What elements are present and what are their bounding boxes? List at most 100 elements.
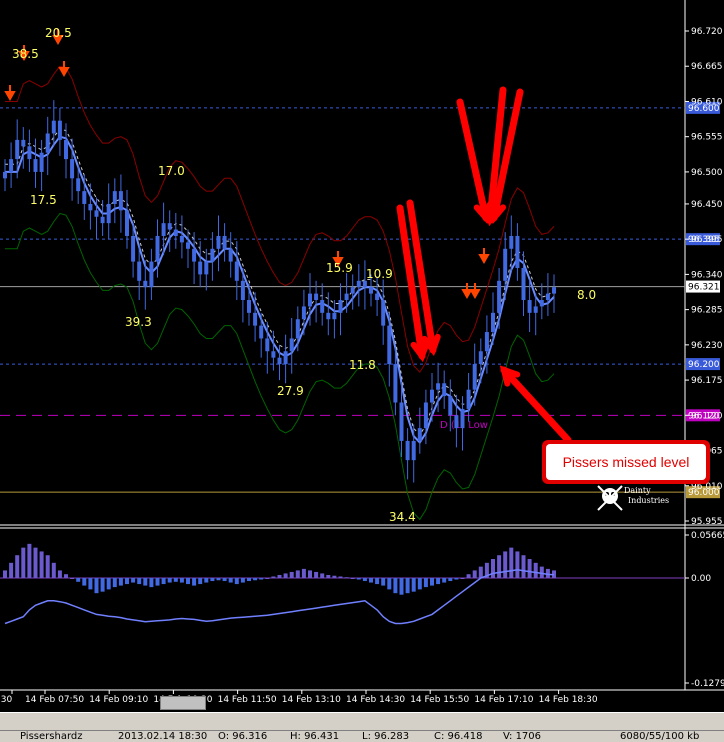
osc-bar bbox=[515, 551, 520, 578]
candle-body bbox=[198, 261, 203, 275]
osc-bar bbox=[399, 578, 404, 595]
osc-bar bbox=[125, 578, 129, 585]
candle-body bbox=[271, 351, 276, 358]
osc-bar bbox=[76, 578, 81, 582]
status-tab[interactable]: Pissershardz bbox=[20, 731, 82, 742]
osc-bar bbox=[265, 578, 270, 579]
osc-bar bbox=[478, 566, 483, 578]
osc-bar bbox=[210, 578, 215, 582]
scroll-thumb[interactable] bbox=[160, 696, 206, 710]
osc-bar bbox=[277, 574, 282, 578]
status-high: H: 96.431 bbox=[290, 731, 340, 742]
price-tick-label: 96.555 bbox=[691, 133, 723, 143]
candle-body bbox=[216, 235, 221, 249]
osc-bar bbox=[39, 551, 44, 578]
annotation-label: 11.8 bbox=[349, 358, 376, 372]
osc-bar bbox=[454, 578, 459, 580]
price-tick-label: 96.230 bbox=[691, 341, 723, 351]
osc-bar bbox=[472, 570, 477, 578]
osc-bar bbox=[393, 578, 398, 594]
candle-body bbox=[503, 248, 508, 281]
status-close: C: 96.418 bbox=[434, 731, 483, 742]
candle-body bbox=[39, 152, 44, 172]
annotation-label: 15.9 bbox=[326, 261, 353, 275]
osc-bar bbox=[314, 571, 319, 578]
price-tick-label: 96.285 bbox=[691, 306, 723, 316]
candle-body bbox=[491, 312, 495, 333]
annotation-label: 17.5 bbox=[30, 193, 57, 207]
osc-bar bbox=[253, 578, 258, 581]
osc-bar bbox=[539, 566, 544, 578]
callout-box: Pissers missed level bbox=[542, 440, 710, 484]
osc-bar bbox=[57, 570, 62, 578]
osc-bar bbox=[64, 574, 68, 578]
osc-bar bbox=[283, 573, 288, 578]
osc-bar bbox=[430, 578, 434, 586]
osc-bar bbox=[533, 562, 538, 578]
osc-bar bbox=[308, 570, 312, 578]
candle-body bbox=[527, 300, 532, 313]
candle-body bbox=[533, 306, 538, 313]
price-tick-label: 96.450 bbox=[691, 200, 723, 210]
time-tick-label: 14 Feb 15:50 bbox=[410, 695, 469, 705]
candle-body bbox=[466, 389, 471, 409]
osc-bar bbox=[51, 562, 56, 578]
candle-body bbox=[350, 287, 355, 294]
annotation-label: 27.9 bbox=[277, 384, 304, 398]
candle-body bbox=[430, 389, 434, 403]
osc-bar bbox=[448, 578, 453, 582]
candle-body bbox=[167, 223, 172, 230]
osc-bar bbox=[362, 578, 367, 582]
candle-body bbox=[314, 293, 319, 301]
status-open: O: 96.316 bbox=[218, 731, 268, 742]
price-tick-label: 96.720 bbox=[691, 27, 723, 37]
candle-body bbox=[308, 293, 312, 307]
candle-body bbox=[381, 300, 386, 326]
osc-bar bbox=[9, 562, 14, 578]
time-tick-label: 6:30 bbox=[0, 695, 12, 705]
osc-bar bbox=[143, 578, 148, 586]
osc-bar bbox=[88, 578, 93, 590]
candle-body bbox=[240, 280, 245, 301]
callout-text: Pissers missed level bbox=[562, 454, 690, 470]
osc-bar bbox=[423, 578, 428, 588]
candle-body bbox=[173, 229, 178, 236]
osc-bar bbox=[118, 578, 123, 586]
candle-body bbox=[51, 120, 56, 134]
logo-text: Dainty Industries bbox=[624, 486, 670, 505]
osc-bar bbox=[167, 578, 172, 583]
osc-bar bbox=[344, 577, 349, 579]
osc-bar bbox=[417, 578, 422, 590]
osc-bar bbox=[375, 578, 380, 585]
osc-bar bbox=[228, 578, 233, 583]
candle-body bbox=[88, 203, 93, 211]
candle-body bbox=[539, 300, 544, 307]
candle-body bbox=[521, 267, 526, 301]
osc-bar bbox=[240, 578, 245, 583]
candle-body bbox=[76, 178, 81, 192]
candle-body bbox=[375, 293, 380, 301]
candle-body bbox=[143, 280, 148, 288]
osc-bar bbox=[326, 574, 331, 578]
price-tick-label: 96.665 bbox=[691, 62, 723, 72]
price-tick-label: 96.500 bbox=[691, 168, 723, 178]
annotation-label: 38.5 bbox=[12, 47, 39, 61]
time-tick-label: 14 Feb 11:50 bbox=[218, 695, 277, 705]
osc-bar bbox=[381, 578, 386, 586]
candle-body bbox=[210, 248, 215, 262]
osc-bar bbox=[21, 547, 26, 578]
candle-body bbox=[283, 351, 288, 365]
osc-bar bbox=[405, 578, 410, 594]
candle-body bbox=[118, 191, 123, 211]
osc-bar bbox=[94, 578, 99, 594]
osc-bar bbox=[3, 570, 7, 578]
candle-body bbox=[155, 235, 160, 262]
scrollbar-track[interactable] bbox=[0, 712, 724, 731]
candle-body bbox=[344, 293, 349, 301]
osc-bar bbox=[301, 568, 306, 578]
candle-body bbox=[228, 248, 233, 262]
osc-bar bbox=[15, 555, 20, 578]
osc-bar bbox=[527, 559, 532, 578]
annotation-label: 17.0 bbox=[158, 164, 185, 178]
price-tick-label: 95.955 bbox=[691, 517, 723, 527]
